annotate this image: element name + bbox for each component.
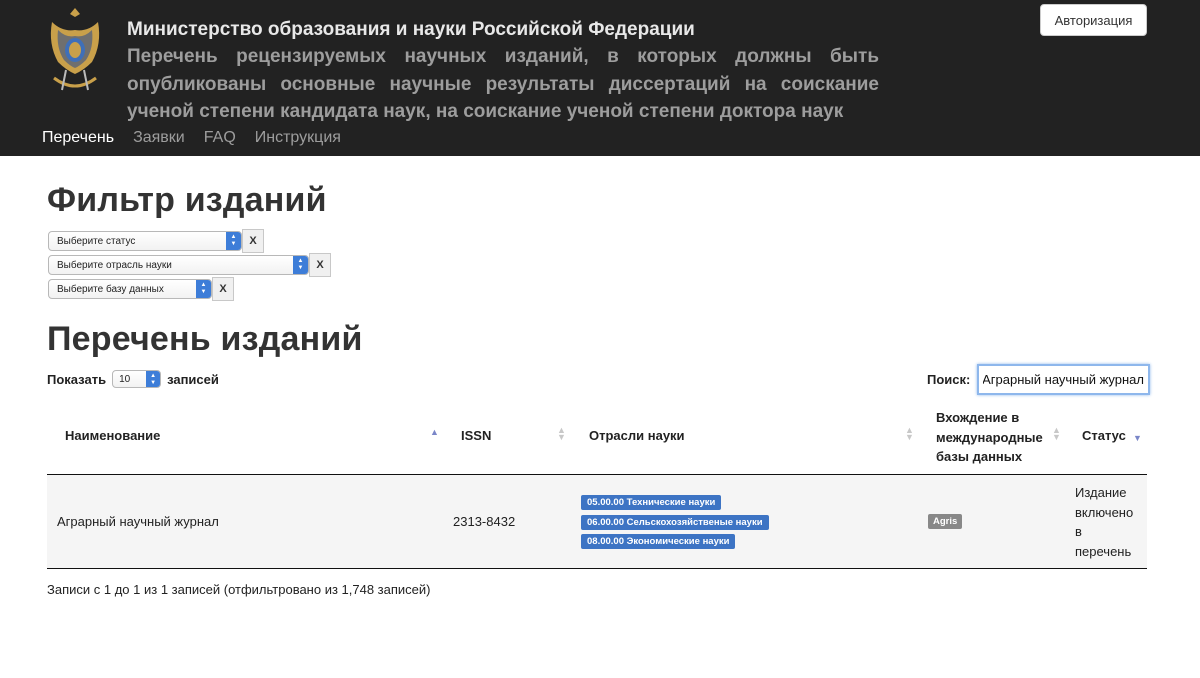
records-label: записей — [167, 371, 219, 387]
column-header-issn[interactable]: ISSN — [461, 428, 491, 443]
database-select-value: Выберите базу данных — [57, 284, 164, 295]
search-label: Поиск: — [927, 372, 971, 387]
status-select[interactable]: Выберите статус ▲ ▼ — [48, 231, 242, 251]
select-arrows-icon: ▲ ▼ — [293, 256, 308, 274]
page-length-select[interactable]: 10 ▲ ▼ — [112, 370, 162, 388]
cell-name: Аграрный научный журнал — [57, 514, 219, 529]
status-select-value: Выберите статус — [57, 236, 136, 247]
database-filter: Выберите базу данных ▲ ▼ X — [48, 277, 234, 301]
sort-asc-icon: ▲ — [430, 427, 439, 437]
column-header-science[interactable]: Отрасли науки — [589, 428, 685, 443]
table-info: Записи с 1 до 1 из 1 записей (отфильтров… — [47, 582, 431, 597]
select-arrows-icon: ▲ ▼ — [226, 232, 241, 250]
cell-issn: 2313-8432 — [453, 514, 516, 529]
page-length-value: 10 — [119, 374, 131, 385]
filter-title: Фильтр изданий — [47, 181, 327, 219]
column-header-name[interactable]: Наименование — [65, 428, 160, 443]
column-header-status[interactable]: Статус — [1082, 428, 1126, 443]
ministry-emblem-logo — [44, 4, 106, 98]
table-footer-divider — [47, 568, 1147, 569]
cell-status: Издание включено в перечень — [1075, 485, 1134, 559]
select-arrows-icon: ▲ ▼ — [196, 280, 211, 298]
main-nav: Перечень Заявки FAQ Инструкция — [42, 129, 360, 147]
show-label: Показать — [47, 371, 107, 387]
clear-database-button[interactable]: X — [212, 277, 234, 301]
science-select-value: Выберите отрасль науки — [57, 260, 172, 271]
page-length-control: Показать 10 ▲ ▼ записей — [47, 370, 219, 388]
ministry-title: Министерство образования и науки Российс… — [127, 19, 695, 40]
sort-both-icon: ▲ ▼ — [557, 425, 566, 442]
sort-both-icon: ▲ ▼ — [1052, 425, 1061, 442]
science-label: 05.00.00 Технические науки — [581, 495, 722, 510]
sort-both-icon: ▲ ▼ — [905, 425, 914, 442]
status-filter: Выберите статус ▲ ▼ X — [48, 229, 264, 253]
clear-science-button[interactable]: X — [309, 253, 331, 277]
select-arrows-icon: ▲ ▼ — [146, 371, 161, 387]
nav-item-faq[interactable]: FAQ — [204, 129, 236, 147]
science-label: 06.00.00 Сельскохозяйственые науки — [581, 515, 769, 530]
database-label: Agris — [928, 514, 963, 529]
search-input[interactable] — [977, 364, 1150, 395]
science-filter: Выберите отрасль науки ▲ ▼ X — [48, 253, 331, 277]
sort-desc-icon: ▼ — [1133, 433, 1142, 443]
science-select[interactable]: Выберите отрасль науки ▲ ▼ — [48, 255, 309, 275]
clear-status-button[interactable]: X — [242, 229, 264, 253]
nav-item-requests[interactable]: Заявки — [133, 129, 185, 147]
nav-item-list[interactable]: Перечень — [42, 129, 114, 147]
nav-item-instructions[interactable]: Инструкция — [255, 129, 341, 147]
registry-subtitle: Перечень рецензируемых научных изданий, … — [127, 46, 879, 122]
science-label: 08.00.00 Экономические науки — [581, 534, 736, 549]
site-header: Министерство образования и науки Российс… — [0, 0, 1200, 156]
column-header-databases[interactable]: Вхождение в международные базы данных — [936, 408, 1054, 467]
login-button[interactable]: Авторизация — [1040, 4, 1147, 36]
database-select[interactable]: Выберите базу данных ▲ ▼ — [48, 279, 212, 299]
list-title: Перечень изданий — [47, 320, 363, 358]
